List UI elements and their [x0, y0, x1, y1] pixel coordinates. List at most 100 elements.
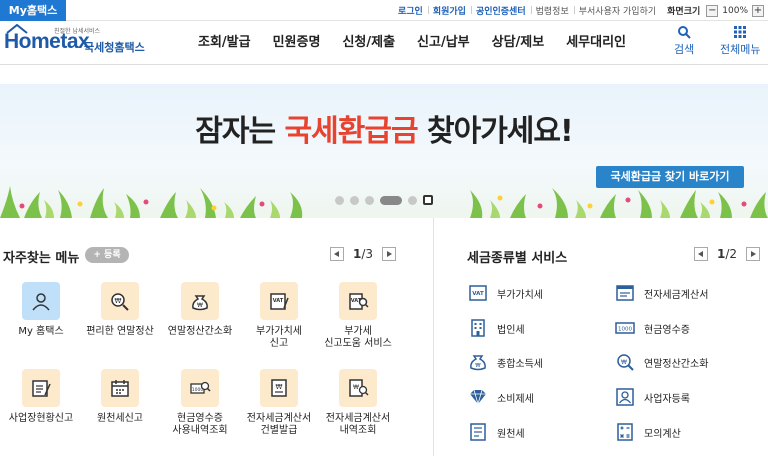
svg-text:₩: ₩	[197, 302, 203, 309]
svc-corporate-tax[interactable]: 법인세	[467, 317, 525, 339]
fav-withholding-report[interactable]: 원천세신고	[80, 369, 160, 425]
svc-label: 종합소득세	[497, 358, 543, 370]
fav-label: 사업장현황신고	[8, 413, 74, 424]
income-tax-icon: ₩	[467, 351, 489, 373]
hometax-logo[interactable]: Hometax 친절한 납세서비스 국세청홈택스	[4, 24, 164, 62]
nav-consult-report[interactable]: 상담/제보	[481, 21, 556, 65]
vat-form-icon: VAT	[260, 282, 298, 320]
search-label: 검색	[674, 43, 695, 56]
grid-menu-icon	[734, 26, 747, 38]
fav-my-hometax[interactable]: My 홈택스	[1, 282, 81, 338]
diamond-icon	[467, 386, 489, 408]
site-header: Hometax 친절한 납세서비스 국세청홈택스 조회/발급 민원증명 신청/제…	[0, 21, 768, 65]
slide-dot-3[interactable]	[365, 195, 374, 205]
law-info-link[interactable]: 법령정보	[530, 4, 574, 17]
slide-dot-current[interactable]	[423, 195, 433, 205]
utility-links: 로그인 회원가입 공인인증센터 법령정보 부서사용자 가입하기 화면크기 − 1…	[393, 0, 768, 21]
fav-easy-year-end[interactable]: ₩ 편리한 연말정산	[80, 282, 160, 338]
fav-vat-report[interactable]: VAT 부가가치세 신고	[239, 282, 319, 350]
receipt-search-icon: 1000	[181, 369, 219, 407]
all-menu-button[interactable]: 전체메뉴	[720, 25, 760, 57]
fav-label: 전자세금계산서	[246, 413, 312, 424]
invoice-icon: ₩	[260, 369, 298, 407]
report-pen-icon	[22, 369, 60, 407]
slide-dot-2[interactable]	[350, 195, 359, 205]
svc-label: 법인세	[497, 324, 525, 336]
fav-label-2: 신고	[269, 338, 289, 349]
signup-link[interactable]: 회원가입	[427, 4, 471, 17]
svc-year-end-simple[interactable]: ₩ 연말정산간소화	[614, 351, 708, 373]
cert-center-link[interactable]: 공인인증센터	[470, 4, 531, 17]
svg-text:VAT: VAT	[472, 291, 484, 297]
business-registration-icon	[614, 386, 636, 408]
fav-label: 편리한 연말정산	[86, 326, 154, 337]
services-next-button[interactable]	[746, 247, 761, 261]
slide-dot-4[interactable]	[380, 195, 402, 205]
money-search-icon: ₩	[101, 282, 139, 320]
svc-business-registration[interactable]: 사업자등록	[614, 386, 690, 408]
svc-income-tax[interactable]: ₩ 종합소득세	[467, 351, 543, 373]
fav-cash-receipt-history[interactable]: 1000 현금영수증 사용내역조회	[160, 369, 240, 437]
zoom-in-button[interactable]: +	[752, 4, 764, 17]
fav-label: 원천세신고	[97, 413, 143, 424]
svc-cash-receipt[interactable]: 1000 현금영수증	[614, 317, 690, 339]
fav-label: 현금영수증	[177, 413, 223, 424]
fav-e-invoice-history[interactable]: ₩ 전자세금계산서 내역조회	[318, 369, 398, 437]
fav-e-invoice-issue[interactable]: ₩ 전자세금계산서 건별발급	[239, 369, 319, 437]
fav-vat-help[interactable]: VAT 부가세 신고도움 서비스	[318, 282, 398, 350]
year-end-icon: ₩	[614, 351, 636, 373]
services-pager: 1/2	[694, 247, 761, 261]
svc-consumption-tax[interactable]: 소비제세	[467, 386, 534, 408]
panel-divider	[433, 218, 434, 456]
svc-withholding-tax[interactable]: 원천세	[467, 421, 525, 443]
svg-text:₩: ₩	[353, 384, 359, 391]
fav-business-status-report[interactable]: 사업장현황신고	[1, 369, 81, 425]
nav-inquiry-issue[interactable]: 조회/발급	[187, 21, 262, 65]
calendar-icon	[101, 369, 139, 407]
nav-report-pay[interactable]: 신고/납부	[406, 21, 481, 65]
vat-help-icon: VAT	[339, 282, 377, 320]
favorites-prev-button[interactable]	[330, 247, 344, 261]
logo-subtitle: 국세청홈택스	[84, 41, 145, 54]
svc-vat[interactable]: VAT 부가가치세	[467, 282, 543, 304]
svc-label: 현금영수증	[644, 324, 690, 336]
utility-bar: My홈택스 로그인 회원가입 공인인증센터 법령정보 부서사용자 가입하기 화면…	[0, 0, 768, 21]
svc-label: 소비제세	[497, 393, 534, 405]
fav-label: 연말정산간소화	[167, 326, 233, 337]
services-page-indicator: 1/2	[717, 247, 738, 261]
favorites-title: 자주찾는 메뉴	[3, 251, 80, 266]
slide-dot-1[interactable]	[335, 195, 344, 205]
login-link[interactable]: 로그인	[393, 4, 428, 17]
vat-icon: VAT	[467, 282, 489, 304]
svg-text:1000: 1000	[618, 327, 632, 333]
svc-label: 전자세금계산서	[644, 289, 709, 301]
fav-year-end-simple[interactable]: ₩ 연말정산간소화	[160, 282, 240, 338]
svc-label: 연말정산간소화	[644, 358, 709, 370]
slide-dot-5[interactable]	[408, 195, 417, 205]
nav-apply-submit[interactable]: 신청/제출	[331, 21, 406, 65]
search-button[interactable]: 검색	[674, 25, 694, 57]
zoom-out-button[interactable]: −	[706, 4, 719, 17]
user-icon	[22, 282, 60, 320]
my-hometax-tab[interactable]: My홈택스	[0, 0, 66, 21]
logo-tagline: 친절한 납세서비스	[54, 28, 101, 35]
svg-text:₩: ₩	[276, 383, 283, 391]
dept-user-signup-link[interactable]: 부서사용자 가입하기	[573, 4, 661, 17]
search-icon	[678, 26, 691, 39]
fav-label: 부가세	[344, 326, 372, 337]
promo-banner[interactable]: 잠자는 국세환급금 찾아가세요! 국세환급금 찾기 바로가기	[0, 84, 768, 218]
calculator-icon	[614, 421, 636, 443]
svc-mock-calculation[interactable]: 모의계산	[614, 421, 681, 443]
svc-label: 부가가치세	[497, 289, 543, 301]
fav-label-2: 사용내역조회	[172, 425, 228, 436]
favorites-next-button[interactable]	[382, 247, 397, 261]
banner-highlight: 국세환급금	[284, 114, 419, 149]
zoom-label: 화면크기	[667, 7, 701, 17]
services-prev-button[interactable]	[694, 247, 708, 261]
nav-tax-agent[interactable]: 세무대리인	[555, 21, 637, 65]
svc-label: 원천세	[497, 428, 525, 440]
fav-label-2: 내역조회	[339, 425, 377, 436]
register-button[interactable]: + 등록	[85, 247, 129, 263]
svc-e-tax-invoice[interactable]: 전자세금계산서	[614, 282, 708, 304]
nav-certificates[interactable]: 민원증명	[262, 21, 332, 65]
